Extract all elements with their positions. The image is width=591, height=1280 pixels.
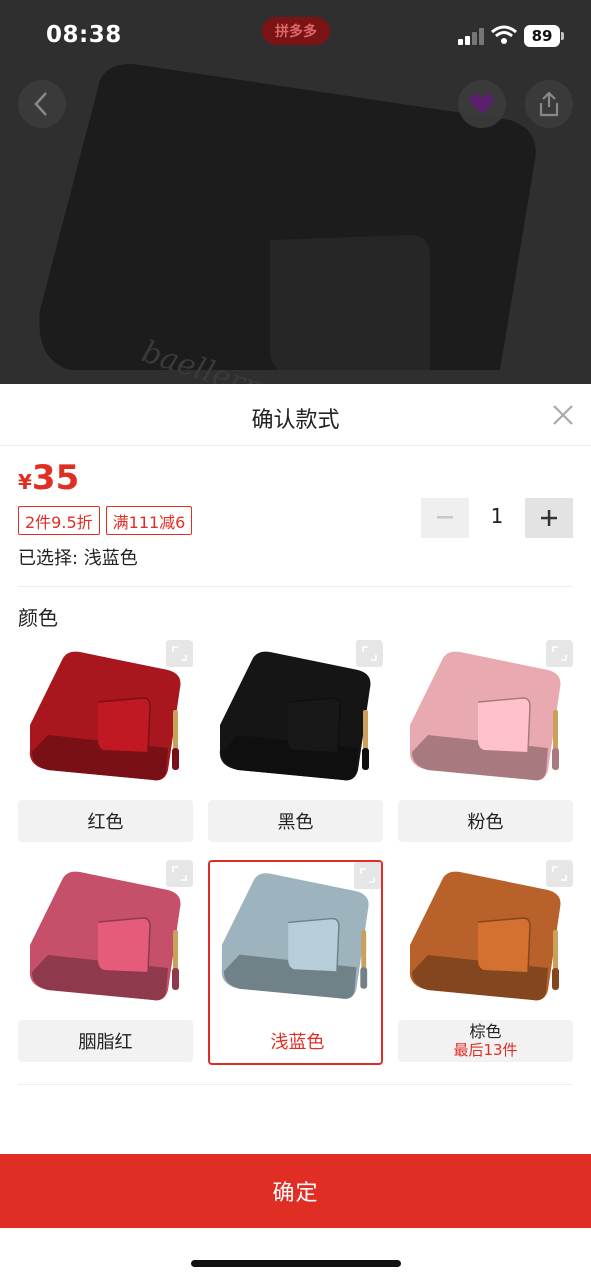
price-currency: ¥ [18,470,32,494]
style-picker-sheet: 确认款式 ¥35 2件9.5折 满111减6 已选择: 浅蓝色 1 颜色 红色 [0,384,591,1280]
option-label-text: 红色 [87,812,124,833]
expand-icon [172,646,187,661]
expand-icon [552,866,567,881]
sheet-header: 确认款式 [0,384,591,446]
battery-indicator: 89 [524,25,560,47]
quantity-value[interactable]: 1 [469,504,525,528]
expand-image-button[interactable] [546,860,573,887]
promo-tag: 2件9.5折 [18,506,100,535]
wallet-shape [362,748,369,770]
wallet-shape [552,968,559,990]
cellular-signal-icon [458,28,484,45]
expand-icon [172,866,187,881]
wallet-shape [553,710,558,750]
expand-image-button[interactable] [354,862,381,889]
color-option-rouge-red[interactable]: 胭脂红 [18,860,193,1065]
wallet-shape [98,698,150,752]
increase-button[interactable] [525,498,573,538]
option-label: 黑色 [208,800,383,842]
share-icon [539,91,559,117]
promo-tag: 满111减6 [105,506,193,535]
wallet-shape [361,930,367,970]
battery-tip [561,32,564,40]
color-option-black[interactable]: 黑色 [208,640,383,845]
expand-image-button[interactable] [356,640,383,667]
wifi-icon [491,25,517,44]
wallet-shape [553,930,558,970]
option-label: 棕色 最后13件 [398,1020,573,1062]
heart-icon [470,94,494,114]
expand-icon [360,868,375,883]
option-label: 粉色 [398,800,573,842]
product-image-backdrop: baellerry 08:38 拼多多 89 [0,0,591,384]
wallet-shape [173,710,178,750]
wallet-shape [552,748,559,770]
option-label-text: 胭脂红 [78,1032,133,1053]
selected-option-text: 已选择: 浅蓝色 [18,548,138,569]
wallet-shape [363,710,368,750]
divider [18,586,573,587]
price: ¥35 [18,458,79,498]
option-label: 浅蓝色 [210,1020,381,1062]
wallet-shape [360,967,368,989]
divider [18,1084,573,1085]
back-button[interactable] [18,80,66,128]
status-time: 08:38 [46,22,122,48]
home-indicator [191,1260,401,1267]
wallet-shape [478,918,530,972]
expand-icon [552,646,567,661]
expand-icon [362,646,377,661]
brand-badge: 拼多多 [262,17,330,45]
option-label-text: 黑色 [277,812,314,833]
wallet-shape [288,918,339,972]
color-option-light-blue[interactable]: 浅蓝色 [208,860,383,1065]
confirm-button[interactable]: 确定 [0,1154,591,1228]
expand-image-button[interactable] [166,860,193,887]
wallet-shape [173,930,178,970]
close-icon[interactable] [550,402,576,428]
plus-icon [541,510,557,526]
option-label-text: 棕色 [469,1022,502,1041]
option-label-text: 粉色 [467,812,504,833]
color-option-red[interactable]: 红色 [18,640,193,845]
wallet-shape [478,698,530,752]
wallet-shape [172,968,179,990]
sheet-title: 确认款式 [251,408,340,433]
expand-image-button[interactable] [166,640,193,667]
favorite-button[interactable] [458,80,506,128]
quantity-stepper: 1 [421,498,573,538]
chevron-left-icon [34,92,47,116]
share-button[interactable] [525,80,573,128]
color-option-pink[interactable]: 粉色 [398,640,573,845]
color-option-brown[interactable]: 棕色 最后13件 [398,860,573,1065]
option-label-text: 浅蓝色 [270,1032,325,1053]
wallet-shape [288,698,340,752]
color-section-label: 颜色 [18,606,58,630]
expand-image-button[interactable] [546,640,573,667]
decrease-button[interactable] [421,498,469,538]
promo-tags: 2件9.5折 满111减6 [18,506,193,535]
price-value: 35 [31,458,80,498]
option-label: 胭脂红 [18,1020,193,1062]
option-label: 红色 [18,800,193,842]
status-bar: 08:38 拼多多 89 [0,0,591,70]
wallet-shape [172,748,179,770]
wallet-shape [98,918,150,972]
stock-note: 最后13件 [453,1041,518,1059]
minus-icon [437,516,453,519]
